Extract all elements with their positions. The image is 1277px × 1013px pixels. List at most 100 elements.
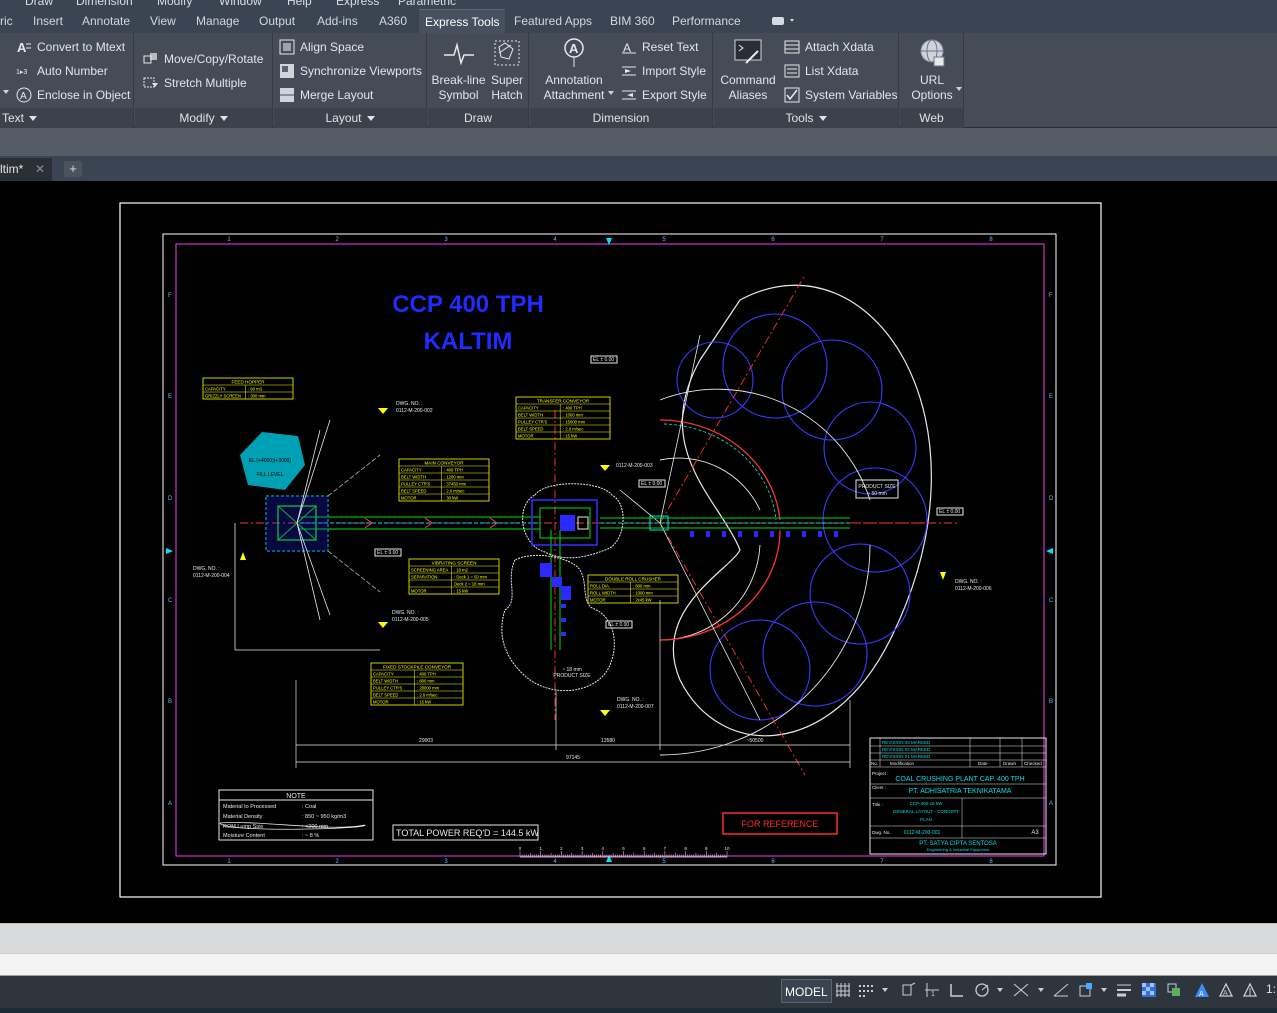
svg-text:REVISION 02 MARKED: REVISION 02 MARKED	[882, 747, 931, 752]
drawing-canvas[interactable]: 1 1 2 2 3 3 4 4 5 5 6 6 7 7 8 8 F F E E D D C C B B A A CCP 400 TP…	[0, 181, 1277, 923]
grid-col-label: 1	[227, 859, 231, 865]
stockpile-path-red	[659, 419, 781, 641]
tab-insert[interactable]: Insert	[33, 9, 63, 33]
dynamic-input-icon[interactable]: 1	[924, 982, 940, 998]
centerlines-red	[240, 274, 960, 776]
mtext-icon: A	[17, 40, 31, 55]
menu-express[interactable]: Express	[336, 0, 379, 8]
tab-add-ins[interactable]: Add-ins	[317, 9, 358, 33]
model-space-button[interactable]: MODEL	[781, 979, 832, 1003]
grid-col-label: 8	[989, 237, 993, 243]
idler-mark	[561, 632, 566, 636]
chevron-down-icon[interactable]	[997, 988, 1003, 992]
snap-icon[interactable]	[858, 982, 874, 998]
menu-modify[interactable]: Modify	[157, 0, 192, 8]
tab-view[interactable]: View	[150, 9, 176, 33]
command-line[interactable]	[0, 953, 1277, 975]
svg-text:Drawn: Drawn	[1003, 761, 1017, 766]
svg-text:Title :: Title :	[872, 802, 883, 807]
tab-express-tools[interactable]: Express Tools	[419, 9, 506, 33]
info-table-key: SEPARATION	[411, 575, 437, 580]
annotation-visibility-icon[interactable]: A	[1194, 982, 1210, 998]
svg-text:DWG. NO. :: DWG. NO. :	[392, 610, 419, 616]
menu-window[interactable]: Window	[219, 0, 262, 8]
tab-a360[interactable]: A360	[379, 9, 407, 33]
transparency-icon[interactable]	[1141, 982, 1157, 998]
chevron-down-icon[interactable]	[1101, 988, 1107, 992]
drawing-title-line1: CCP 400 TPH	[392, 291, 544, 318]
tab-manage[interactable]: Manage	[196, 9, 239, 33]
menu-draw[interactable]: Draw	[25, 0, 53, 8]
grid-icon[interactable]	[835, 982, 851, 998]
info-table-value: : 60 m3	[248, 387, 263, 392]
grid-col-label: 5	[662, 859, 666, 865]
ortho-icon[interactable]	[949, 982, 965, 998]
svg-text:: Coal: : Coal	[302, 804, 316, 810]
tools-panel-title[interactable]: Tools	[714, 108, 898, 128]
chevron-down-icon[interactable]	[882, 988, 888, 992]
info-table-key: BELT SPEED	[401, 489, 426, 494]
info-table-value: : 400 TPH	[444, 468, 463, 473]
chevron-down-icon[interactable]	[1038, 988, 1044, 992]
sync-viewports-icon	[280, 64, 294, 78]
tab-output[interactable]: Output	[259, 9, 295, 33]
tab-annotate[interactable]: Annotate	[82, 9, 130, 33]
layout-panel-title[interactable]: Layout	[274, 108, 426, 128]
stockpile-circles	[676, 313, 928, 721]
web-panel: URL Options Web	[900, 33, 964, 128]
import-style-icon	[622, 66, 636, 76]
chute-blocks	[540, 563, 571, 600]
scale-number: 3	[581, 846, 584, 851]
crusher-core	[560, 515, 575, 531]
command-aliases-button[interactable]: Command Aliases	[717, 35, 779, 103]
annotation-attachment-button[interactable]: A Annotation Attachment	[538, 35, 610, 103]
text-panel-title[interactable]: Text	[0, 108, 133, 128]
auto-scale-icon[interactable]: A	[1218, 982, 1234, 998]
info-table-key: SCREENING AREA	[411, 568, 448, 573]
object-snap-tracking-icon[interactable]	[1053, 982, 1069, 998]
tab-parametric[interactable]: ric	[0, 9, 13, 33]
info-table-value: : 1000 mm	[563, 413, 583, 418]
polar-tracking-icon[interactable]	[974, 982, 990, 998]
menu-parametric[interactable]: Parametric	[398, 0, 456, 8]
new-tab-button[interactable]: +	[64, 161, 82, 177]
scale-number: 2	[560, 846, 563, 851]
break-line-symbol-button[interactable]: Break-line Symbol	[431, 35, 486, 103]
idler-mark	[738, 531, 742, 537]
selection-cycling-icon[interactable]	[1166, 982, 1182, 998]
layout-panel: Align Space Synchronize Viewports Merge …	[274, 33, 427, 128]
info-table-value: : 37450 mm	[444, 482, 467, 487]
annotation-scale-value[interactable]: 1:	[1266, 982, 1276, 996]
info-table-value: : 30 kW	[444, 496, 458, 501]
modify-panel-title[interactable]: Modify	[135, 108, 272, 128]
lineweight-icon[interactable]	[1116, 982, 1132, 998]
idler-mark	[786, 531, 790, 537]
idler-mark	[818, 531, 822, 537]
menu-help[interactable]: Help	[287, 0, 312, 8]
svg-text:EL ± 0.00: EL ± 0.00	[641, 481, 662, 487]
tab-performance[interactable]: Performance	[672, 9, 741, 33]
tab-featured-apps[interactable]: Featured Apps	[514, 9, 592, 33]
info-table-key: MOTOR	[590, 598, 606, 603]
grid-row-label: E	[168, 394, 172, 400]
close-icon[interactable]: ✕	[35, 158, 45, 181]
svg-text:1▸3: 1▸3	[16, 69, 27, 76]
product-size-label-1: PRODUCT SIZE	[858, 484, 896, 490]
svg-text:CCP-400-16 kW: CCP-400-16 kW	[910, 801, 944, 806]
isodraft-icon[interactable]	[1013, 982, 1029, 998]
tab-bim-360[interactable]: BIM 360	[610, 9, 655, 33]
info-table-key: CAPACITY	[518, 406, 539, 411]
file-tab[interactable]: ltim* ✕	[0, 158, 52, 181]
info-table-title: FIXED STOCKPILE CONVEYOR	[383, 665, 452, 670]
dwg-references: DWG. NO. :0112-M-200-002 0112-M-200-003 …	[193, 401, 992, 710]
ribbon-options-button[interactable]	[770, 15, 796, 27]
info-table-value: : 10 m2	[454, 568, 469, 573]
annotation-scale-icon[interactable]	[1242, 982, 1258, 998]
object-snap-icon[interactable]	[1078, 982, 1094, 998]
url-options-button[interactable]: URL Options	[906, 35, 958, 103]
infer-constraints-icon[interactable]	[900, 982, 916, 998]
super-hatch-button[interactable]: Super Hatch	[488, 35, 526, 103]
break-line-icon	[443, 42, 474, 66]
menu-dimension[interactable]: Dimension	[76, 0, 133, 8]
grid-row-label: F	[168, 293, 172, 299]
